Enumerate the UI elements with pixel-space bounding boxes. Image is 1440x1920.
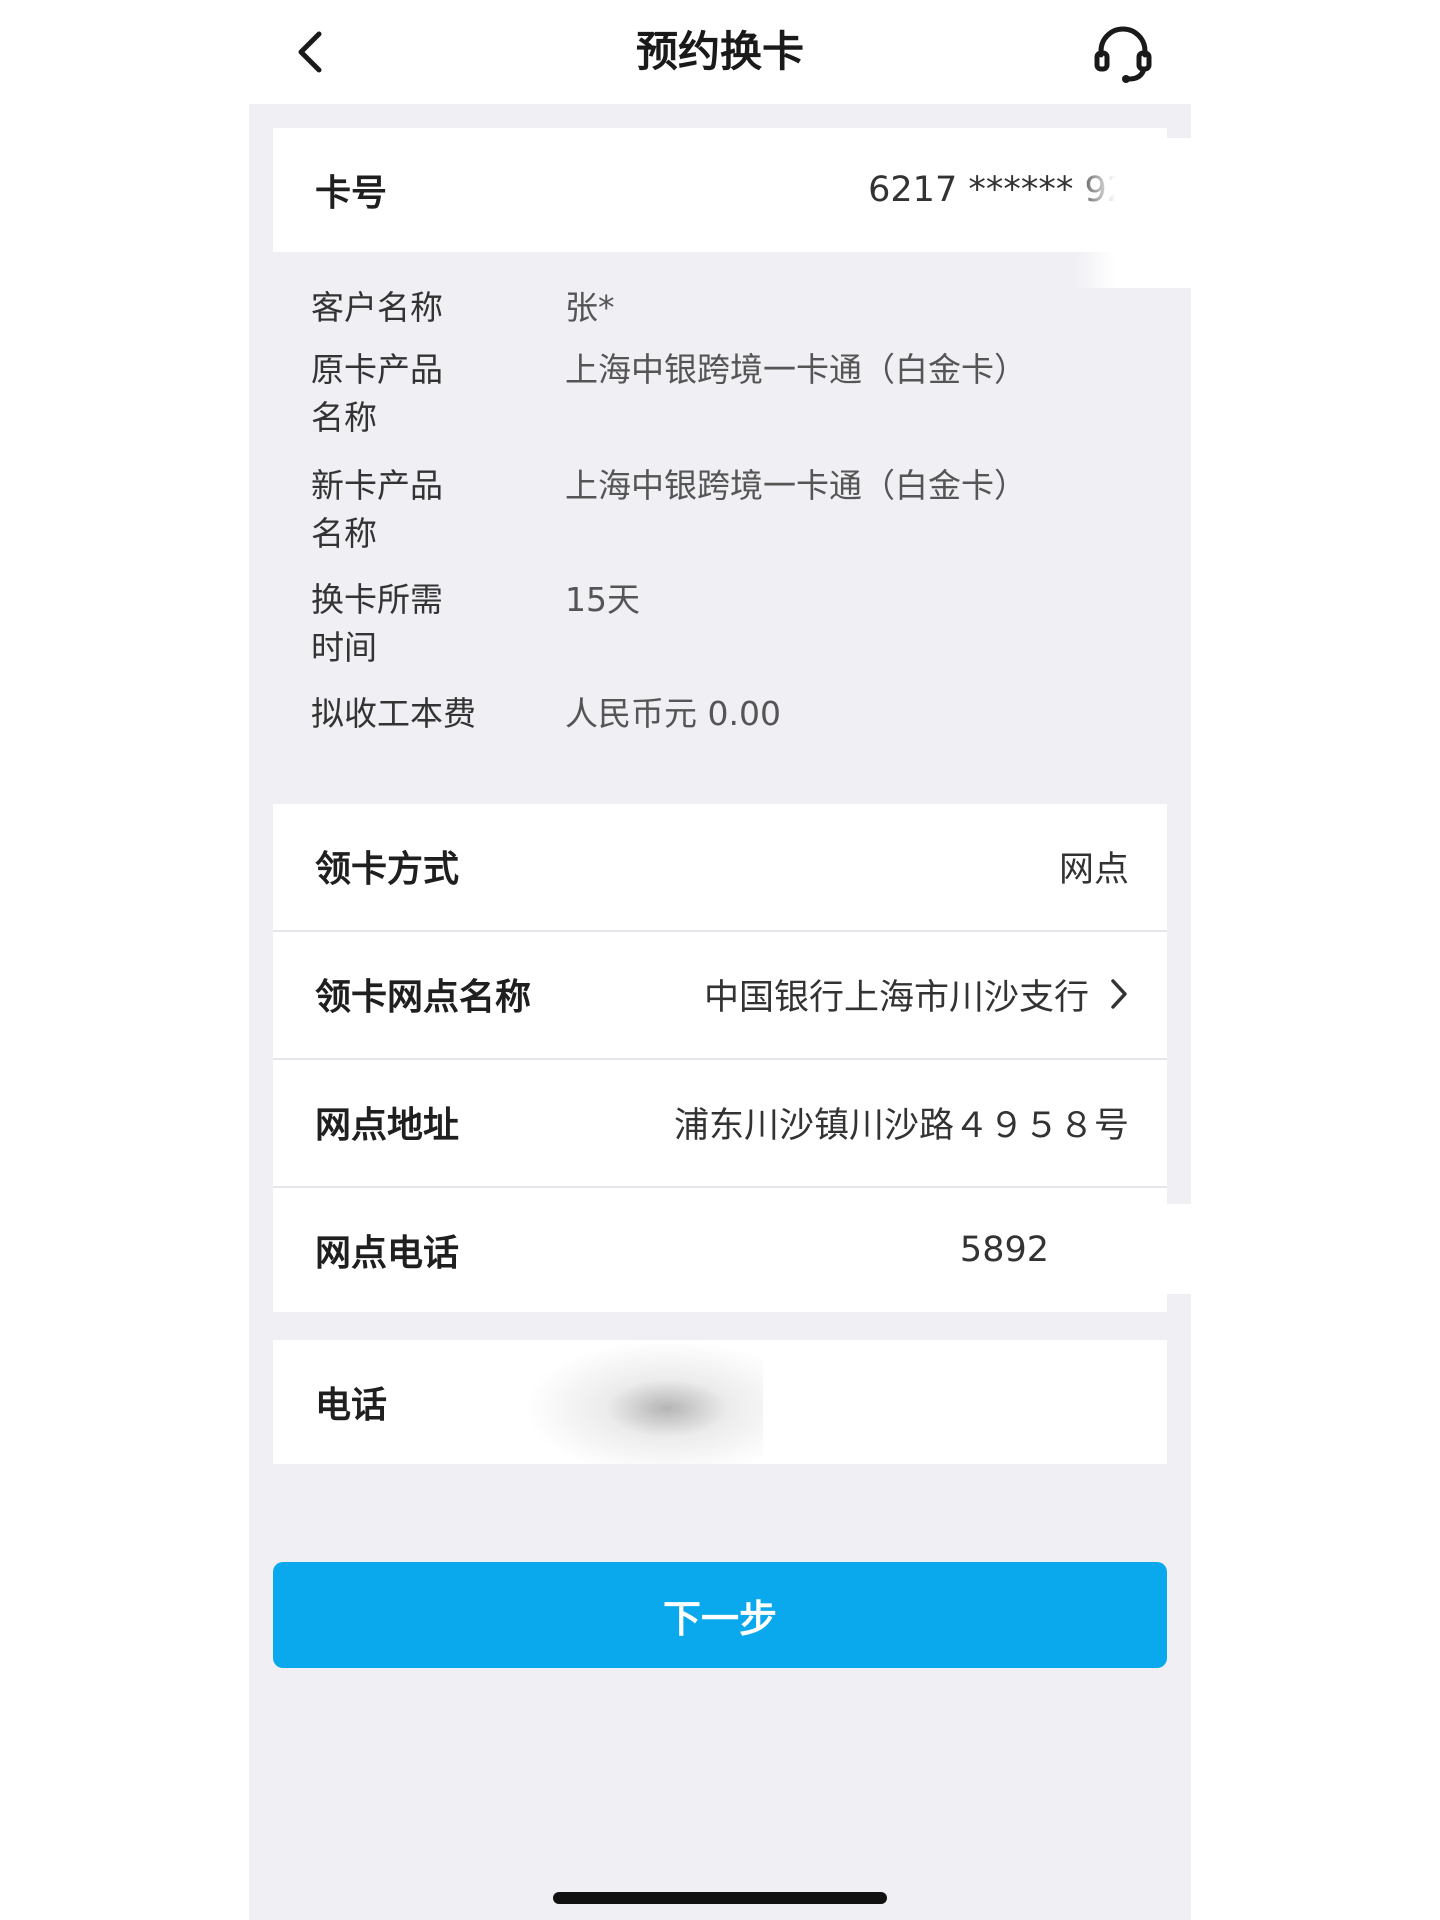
main-content: 卡号 6217 ****** 92 客户名称 张* 原卡产品 名称 上海中银跨境… — [249, 104, 1193, 1920]
pickup-branch-text: 中国银行上海市川沙支行 — [703, 977, 1089, 1018]
page-title: 预约换卡 — [635, 27, 804, 76]
customer-service-button[interactable] — [1088, 18, 1158, 88]
detail-value: 上海中银跨境一卡通（白金卡） — [565, 350, 1027, 389]
detail-label: 新卡产品 名称 — [311, 466, 443, 553]
card-number-card: 卡号 6217 ****** 92 — [273, 128, 1193, 288]
contact-phone-card: 电话 — [273, 1340, 1167, 1464]
pickup-branch-row[interactable]: 领卡网点名称 中国银行上海市川沙支行 — [273, 932, 1167, 1056]
pickup-method-value: 网点 — [1058, 849, 1129, 890]
home-indicator — [553, 1892, 887, 1904]
redaction-mark — [1053, 1204, 1193, 1294]
pickup-branch-value: 中国银行上海市川沙支行 — [704, 969, 1129, 1020]
detail-label: 原卡产品 名称 — [311, 350, 443, 437]
detail-value: 15天 — [565, 580, 640, 619]
card-number-row: 卡号 6217 ****** 92 — [273, 128, 1167, 252]
detail-label: 客户名称 — [311, 288, 443, 327]
chevron-right-icon — [1109, 978, 1129, 1010]
detail-customer-name: 客户名称 张* — [311, 284, 1131, 332]
branch-address-label: 网点地址 — [315, 1105, 460, 1146]
detail-fee: 拟收工本费 人民币元 0.00 — [311, 690, 1131, 738]
top-nav-bar: 预约换卡 — [0, 0, 1440, 104]
card-number-label: 卡号 — [315, 173, 388, 214]
detail-value: 人民币元 0.00 — [565, 694, 781, 733]
detail-value: 张* — [565, 288, 615, 327]
contact-phone-label: 电话 — [315, 1385, 388, 1426]
redaction-mark — [1073, 138, 1193, 288]
detail-new-product: 新卡产品 名称 上海中银跨境一卡通（白金卡） — [311, 462, 1131, 558]
branch-address-value: 浦东川沙镇川沙路４９５８号 — [673, 1105, 1129, 1146]
pickup-branch-label: 领卡网点名称 — [315, 977, 532, 1018]
redaction-mark — [523, 1340, 763, 1464]
detail-label: 拟收工本费 — [311, 694, 476, 733]
branch-phone-row: 网点电话 5892 — [273, 1188, 1167, 1312]
pickup-info-card: 领卡方式 网点 领卡网点名称 中国银行上海市川沙支行 网点地址 浦东川沙镇川沙路… — [273, 804, 1193, 1312]
detail-processing-time: 换卡所需 时间 15天 — [311, 576, 1131, 672]
pickup-method-row[interactable]: 领卡方式 网点 — [273, 804, 1167, 928]
detail-label: 换卡所需 时间 — [311, 580, 443, 667]
headset-icon — [1094, 26, 1152, 83]
branch-phone-label: 网点电话 — [315, 1233, 460, 1274]
chevron-left-icon — [298, 31, 322, 73]
pickup-method-label: 领卡方式 — [315, 849, 460, 890]
back-button[interactable] — [280, 22, 340, 82]
detail-old-product: 原卡产品 名称 上海中银跨境一卡通（白金卡） — [311, 346, 1131, 442]
branch-address-row: 网点地址 浦东川沙镇川沙路４９５８号 — [273, 1060, 1167, 1184]
detail-value: 上海中银跨境一卡通（白金卡） — [565, 466, 1027, 505]
next-step-button[interactable]: 下一步 — [273, 1562, 1167, 1668]
